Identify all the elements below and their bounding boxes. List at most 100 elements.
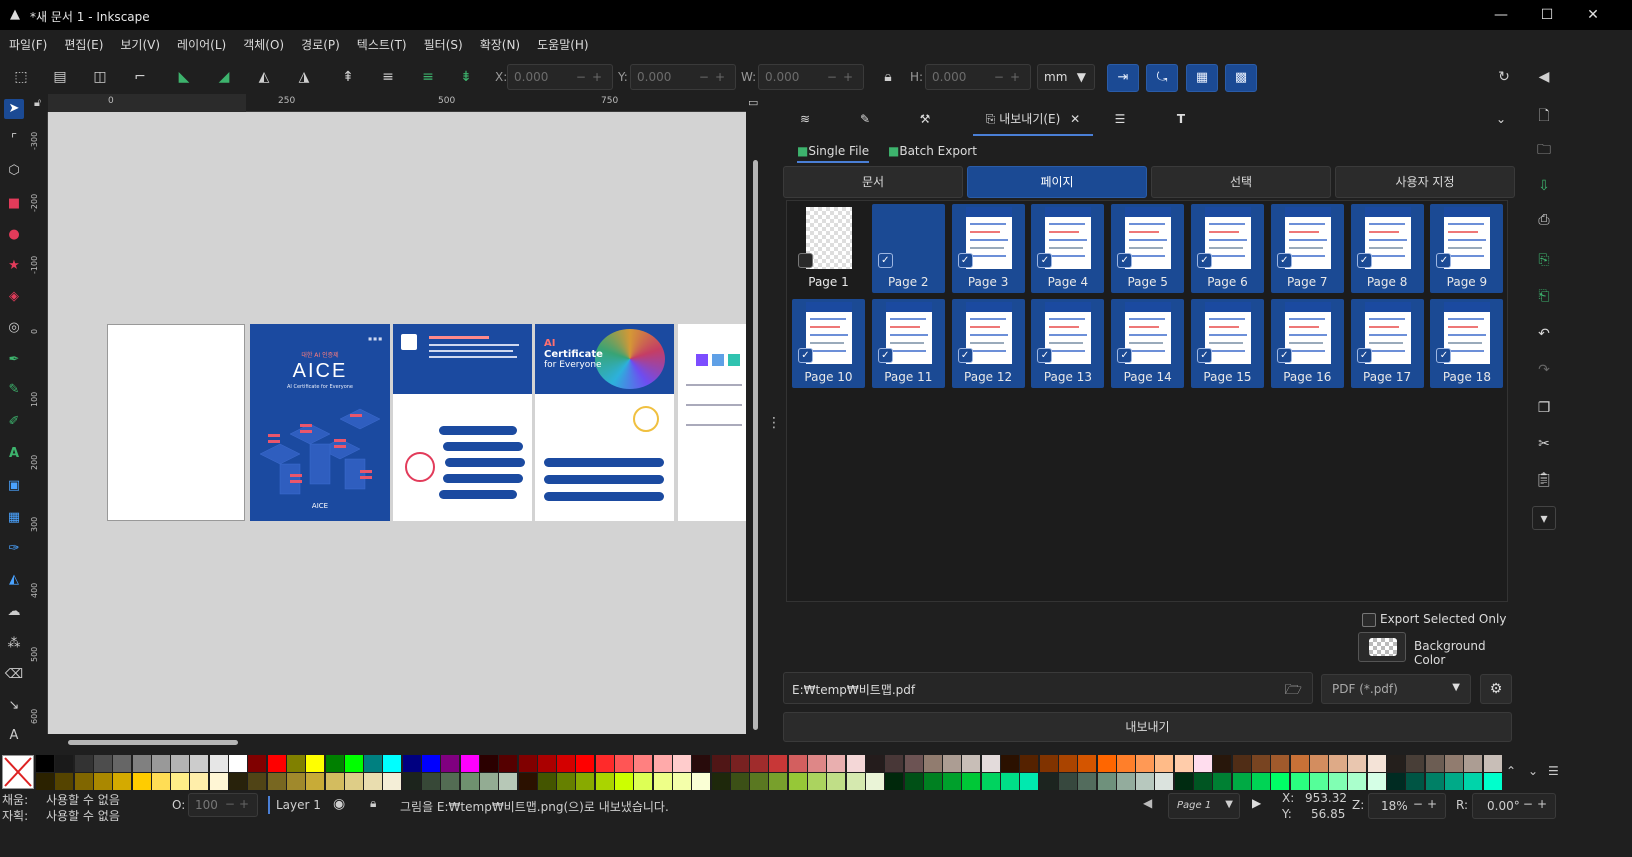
canvas-page-4[interactable]: AI Certificate for Everyone <box>535 324 674 521</box>
color-swatch[interactable] <box>750 755 769 772</box>
canvas-page-1[interactable] <box>107 324 245 521</box>
page-checkbox[interactable]: ✓ <box>877 348 893 363</box>
drawing-canvas[interactable]: ■ ■ ■ 대한 AI 인증제 AICE AI Certificate for … <box>48 112 746 734</box>
background-color-button[interactable] <box>1358 632 1406 662</box>
color-swatch[interactable] <box>325 755 344 772</box>
color-swatch[interactable] <box>55 773 74 790</box>
h-stepper-icon[interactable]: −+ <box>994 65 1026 89</box>
color-swatch[interactable] <box>402 755 421 772</box>
star-tool-icon[interactable]: ★ <box>4 256 24 276</box>
color-swatch[interactable] <box>634 755 653 772</box>
stroke-value[interactable]: 사용할 수 없음 <box>46 807 120 824</box>
paint-bucket-icon[interactable]: ◭ <box>4 570 24 590</box>
color-swatch[interactable] <box>711 755 730 772</box>
color-swatch[interactable] <box>306 773 325 790</box>
tab-export[interactable]: ⎘ 내보내기(E) ✕ <box>973 102 1093 136</box>
color-swatch[interactable] <box>962 773 981 790</box>
export-selected-only-checkbox[interactable] <box>1362 613 1376 627</box>
color-swatch[interactable] <box>904 773 923 790</box>
color-swatch[interactable] <box>1155 773 1174 790</box>
page-checkbox[interactable]: ✓ <box>1197 253 1212 268</box>
cut-icon[interactable]: ✂ <box>1532 432 1556 456</box>
page-checkbox[interactable]: ✓ <box>798 348 813 363</box>
color-swatch[interactable] <box>943 773 962 790</box>
color-swatch[interactable] <box>190 773 209 790</box>
color-swatch[interactable] <box>1444 773 1463 790</box>
page-select[interactable]: Page 1 ▼ <box>1168 793 1240 819</box>
color-swatch[interactable] <box>229 773 247 790</box>
lower-icon[interactable]: ≡ <box>416 65 440 89</box>
color-swatch[interactable] <box>55 755 74 772</box>
pen-tool-icon[interactable]: ✒ <box>4 350 24 370</box>
color-swatch[interactable] <box>518 755 537 772</box>
menu-edit[interactable]: 편집(E) <box>64 30 103 60</box>
page-tile[interactable]: ✓ Page 9 <box>1430 204 1504 293</box>
filename-input[interactable]: E:₩temp₩비트맵.pdf 🗁 <box>783 672 1313 704</box>
menu-text[interactable]: 텍스트(T) <box>357 30 407 60</box>
color-swatch[interactable] <box>1020 755 1039 772</box>
color-swatch[interactable] <box>981 755 1000 772</box>
color-swatch[interactable] <box>171 773 190 790</box>
color-swatch[interactable] <box>151 755 170 772</box>
menu-file[interactable]: 파일(F) <box>9 30 47 60</box>
color-swatch[interactable] <box>827 755 846 772</box>
vertical-scrollbar[interactable] <box>750 110 760 740</box>
color-swatch[interactable] <box>1174 773 1193 790</box>
color-swatch[interactable] <box>1001 755 1019 772</box>
color-swatch[interactable] <box>846 773 865 790</box>
page-tile[interactable]: ✓ Page 17 <box>1350 299 1424 388</box>
page-tile[interactable]: ✓ Page 3 <box>951 204 1025 293</box>
opacity-stepper-icon[interactable]: −+ <box>225 797 253 811</box>
page-checkbox[interactable]: ✓ <box>957 253 973 268</box>
move-patterns-button[interactable]: ▩ <box>1225 64 1257 92</box>
rotation-stepper-icon[interactable]: −+ <box>1523 797 1551 811</box>
tweak-tool-icon[interactable]: ☁ <box>4 602 24 622</box>
color-swatch[interactable] <box>827 773 846 790</box>
color-swatch[interactable] <box>923 773 942 790</box>
selector-tool-icon[interactable]: ➤ <box>4 99 24 119</box>
color-swatch[interactable] <box>209 755 228 772</box>
color-swatch[interactable] <box>1136 755 1155 772</box>
color-swatch[interactable] <box>171 755 190 772</box>
color-swatch[interactable] <box>769 755 788 772</box>
gradient-tool-icon[interactable]: ▣ <box>4 476 24 496</box>
color-swatch[interactable] <box>769 773 788 790</box>
color-swatch[interactable] <box>1039 755 1058 772</box>
color-swatch[interactable] <box>74 773 93 790</box>
page-tile[interactable]: ✓ Page 8 <box>1350 204 1424 293</box>
color-swatch[interactable] <box>653 773 672 790</box>
color-swatch[interactable] <box>113 755 132 772</box>
raise-to-top-icon[interactable]: ⇞ <box>336 65 360 89</box>
color-swatch[interactable] <box>344 755 363 772</box>
color-swatch[interactable] <box>1406 755 1425 772</box>
color-swatch[interactable] <box>479 755 498 772</box>
open-document-icon[interactable]: 🗀 <box>1532 138 1556 162</box>
page-tile[interactable]: ✓ Page 16 <box>1270 299 1344 388</box>
color-swatch[interactable] <box>1329 773 1348 790</box>
export-settings-gear-icon[interactable]: ⚙ <box>1480 674 1512 704</box>
color-swatch[interactable] <box>865 773 884 790</box>
mode-custom-button[interactable]: 사용자 지정 <box>1335 166 1515 198</box>
color-swatch[interactable] <box>460 773 479 790</box>
color-swatch[interactable] <box>1078 773 1097 790</box>
page-tile[interactable]: ✓ Page 2 <box>871 204 945 293</box>
spiral-tool-icon[interactable]: ◎ <box>4 318 24 338</box>
color-swatch[interactable] <box>1387 773 1405 790</box>
color-swatch[interactable] <box>151 773 170 790</box>
deselect-icon[interactable]: ◫ <box>88 65 112 89</box>
color-swatch[interactable] <box>344 773 363 790</box>
mode-selection-button[interactable]: 선택 <box>1151 166 1331 198</box>
color-swatch[interactable] <box>364 773 383 790</box>
color-swatch[interactable] <box>1232 755 1251 772</box>
color-swatch[interactable] <box>692 755 711 772</box>
color-swatch[interactable] <box>1329 755 1348 772</box>
color-swatch[interactable] <box>595 773 614 790</box>
color-swatch[interactable] <box>537 755 556 772</box>
color-swatch[interactable] <box>576 773 595 790</box>
page-checkbox[interactable]: ✓ <box>1436 348 1452 363</box>
color-swatch[interactable] <box>229 755 247 772</box>
page-tile[interactable]: ✓ Page 4 <box>1031 204 1105 293</box>
color-swatch[interactable] <box>132 773 151 790</box>
color-swatch[interactable] <box>885 755 904 772</box>
page-tile[interactable]: ✓ Page 13 <box>1031 299 1105 388</box>
